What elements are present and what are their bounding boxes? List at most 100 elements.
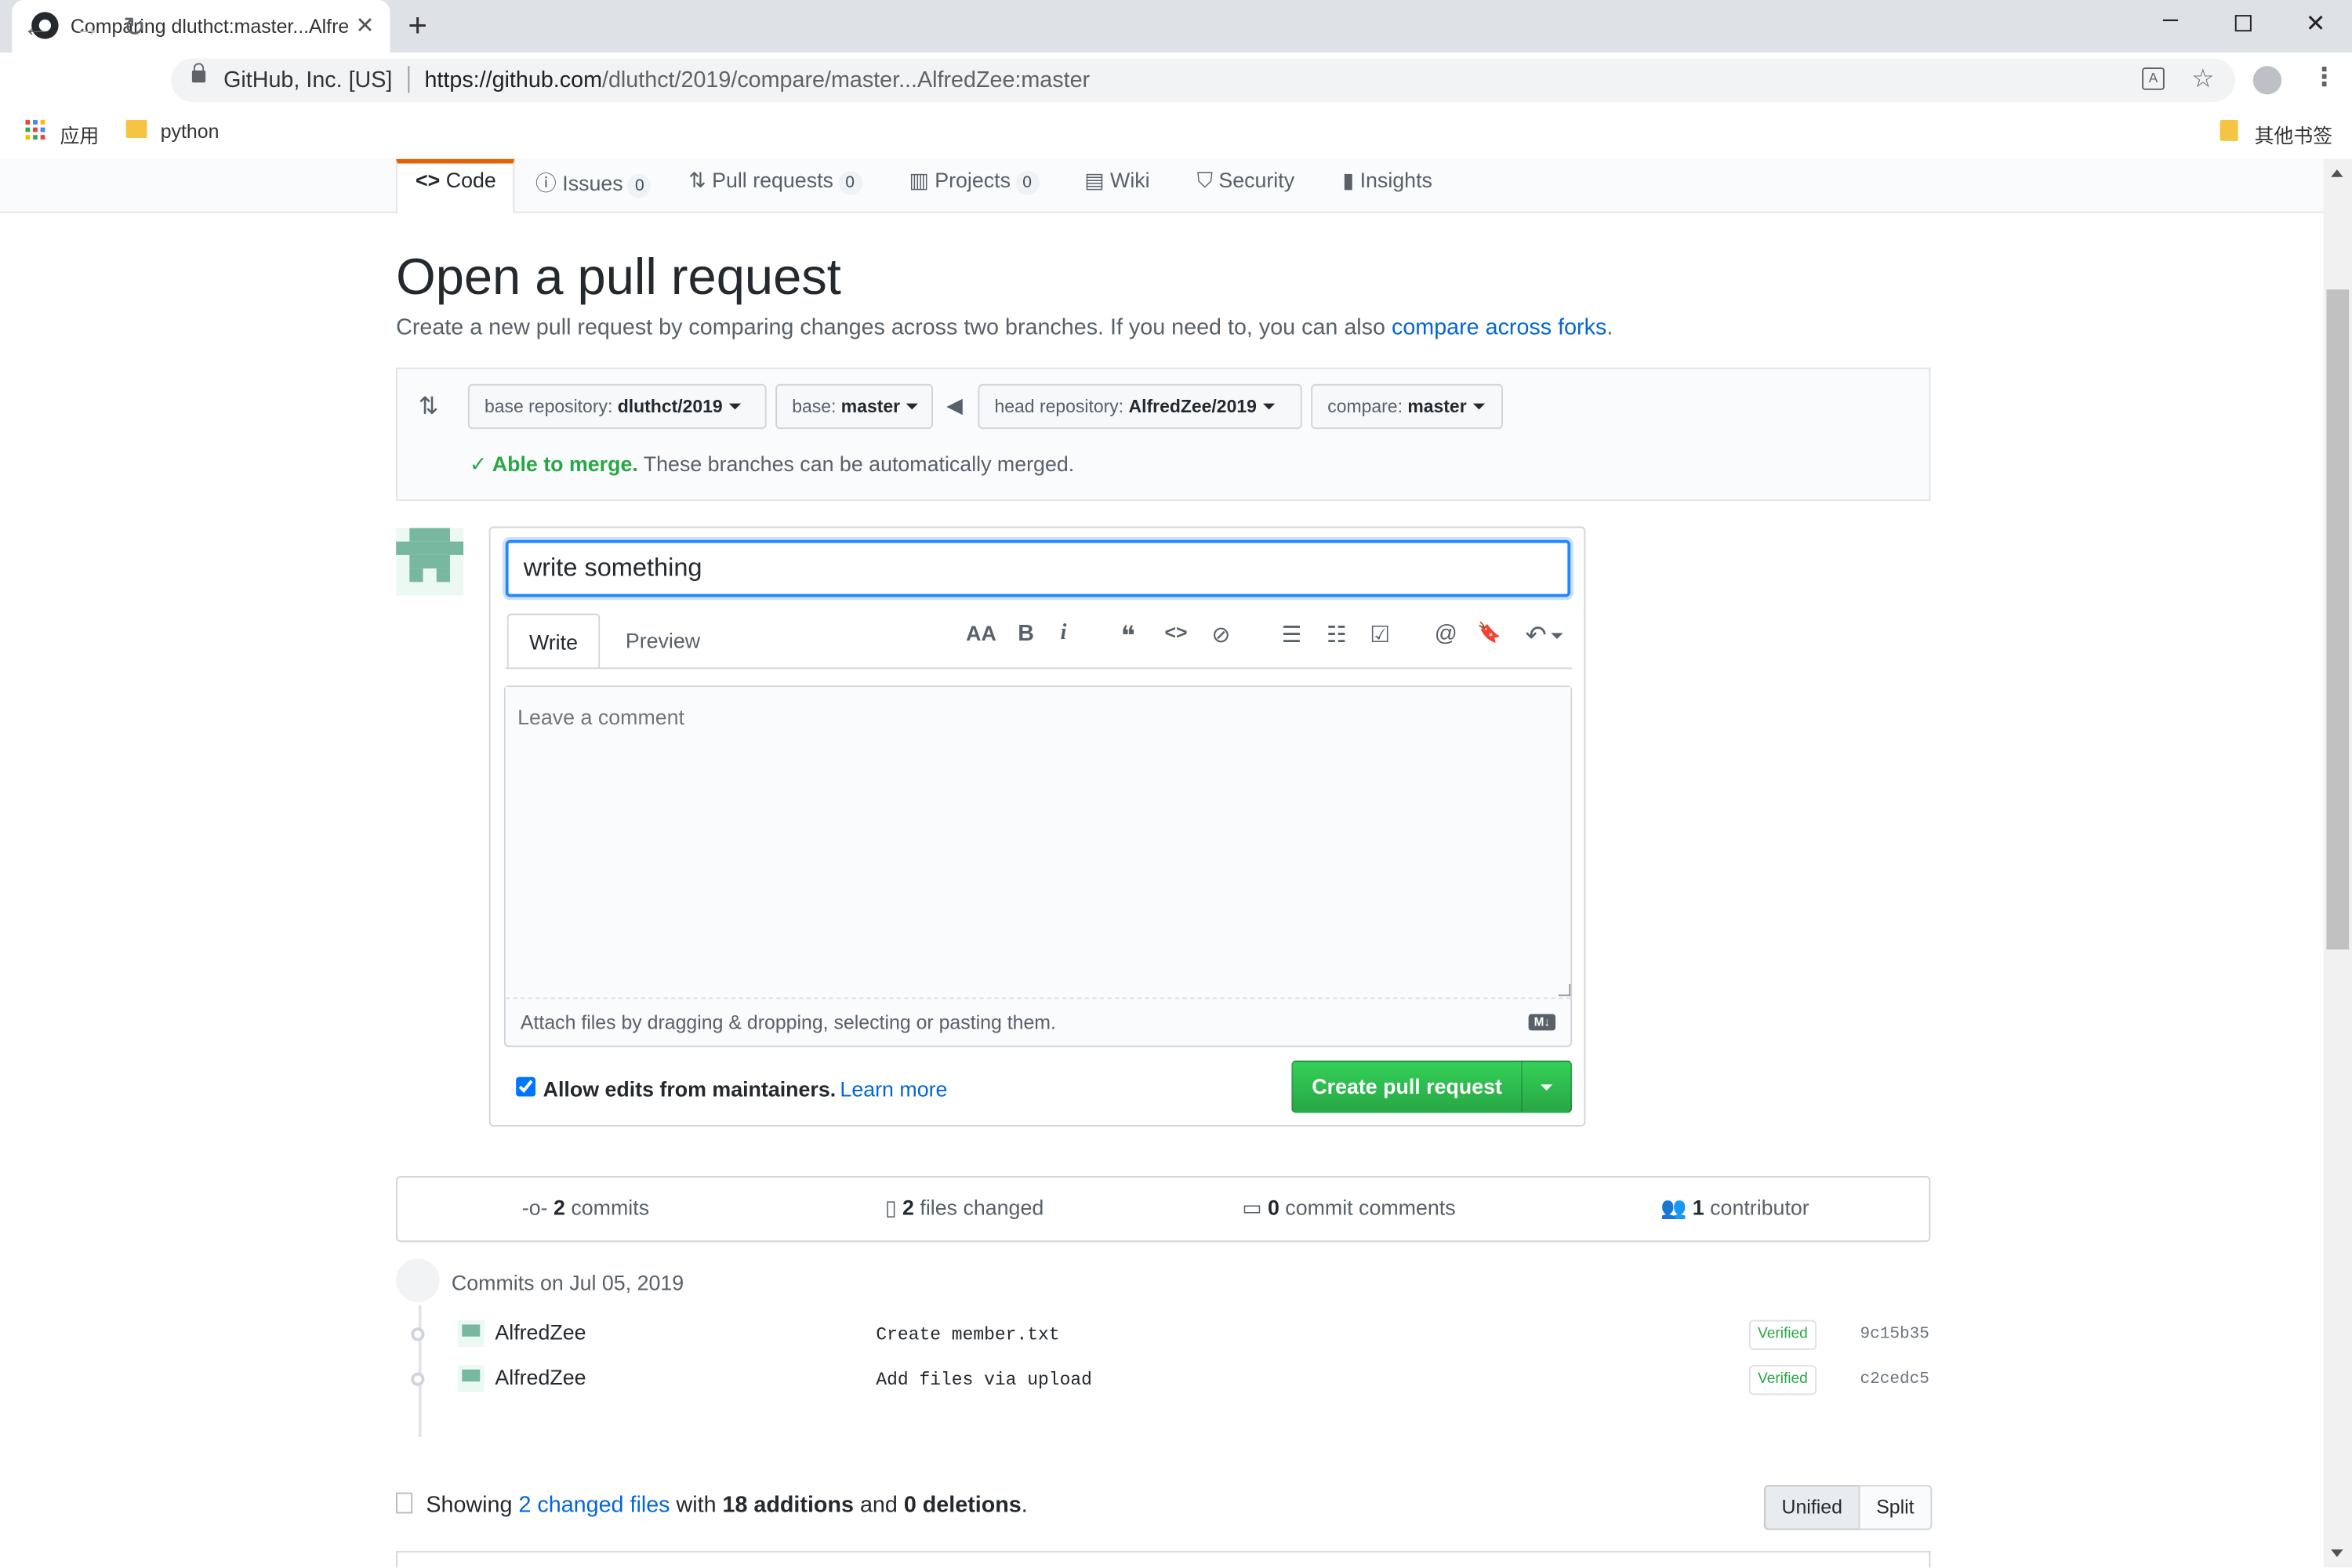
compare-arrows-icon[interactable]: ⇅ [419, 391, 439, 421]
avatar[interactable] [457, 1365, 485, 1392]
tab-insights[interactable]: ▮ Insights [1342, 168, 1432, 194]
scrollbar-thumb[interactable] [2326, 289, 2350, 950]
bookmark-other[interactable]: 其他书签 [2255, 120, 2333, 148]
restore-icon[interactable] [2234, 15, 2252, 32]
commit-message[interactable]: Create member.txt [876, 1324, 1059, 1345]
split-view-button[interactable]: Split [1858, 1485, 1933, 1530]
verified-badge[interactable]: Verified [1748, 1319, 1817, 1350]
tab-wiki[interactable]: ▤ Wiki [1084, 168, 1149, 194]
lock-icon[interactable] [191, 63, 206, 83]
italic-icon[interactable]: i [1048, 621, 1078, 647]
browser-menu-icon[interactable]: ⋮ [2311, 63, 2337, 93]
commits-tab[interactable]: -o- 2 commits [522, 1196, 649, 1220]
verified-badge[interactable]: Verified [1748, 1365, 1817, 1396]
head-repo-label: head repository: [994, 396, 1129, 417]
issues-counter: 0 [627, 173, 652, 198]
create-pull-request-button[interactable]: Create pull request [1291, 1060, 1523, 1113]
base-branch-select[interactable]: base: master [775, 383, 934, 430]
markdown-icon[interactable]: M↓ [1528, 1014, 1556, 1031]
learn-more-link[interactable]: Learn more [840, 1077, 947, 1102]
bookmark-star-icon[interactable]: ☆ [2191, 64, 2214, 94]
commit-author[interactable]: AlfredZee [495, 1320, 586, 1345]
caret-down-icon[interactable] [1551, 633, 1563, 640]
caret-down-icon [1262, 403, 1275, 410]
tab-code[interactable]: <> Code [416, 168, 496, 192]
site-identity[interactable]: GitHub, Inc. [US] [223, 67, 392, 93]
bold-icon[interactable]: B [1011, 621, 1041, 647]
commit-sha[interactable]: 9c15b35 [1860, 1326, 1929, 1344]
browser-tab[interactable]: Comparing dluthct:master...AlfredZee:mas… [12, 0, 390, 53]
allow-edits-checkbox[interactable] [516, 1076, 536, 1097]
profile-avatar-icon[interactable] [2252, 66, 2282, 95]
commit-dot-icon [411, 1372, 425, 1386]
merge-ok-text: Able to merge. [492, 451, 638, 476]
comment-textarea[interactable] [505, 687, 1571, 998]
minimize-icon[interactable]: – [2163, 3, 2178, 34]
commit-comments-tab[interactable]: ▭ 0 commit comments [1242, 1196, 1455, 1221]
allow-edits-label[interactable]: Allow edits from maintainers. [543, 1077, 837, 1102]
close-tab-icon[interactable]: ✕ [355, 12, 374, 39]
avatar[interactable] [396, 528, 464, 596]
tab-projects[interactable]: ▥ Projects 0 [909, 168, 1040, 195]
bookmark-python[interactable]: python [161, 120, 220, 143]
people-icon: 👥 [1660, 1195, 1687, 1220]
head-repo-value: AlfredZee/2019 [1128, 396, 1257, 417]
files-changed-tab[interactable]: ▯ 2 files changed [885, 1196, 1044, 1221]
quote-icon[interactable]: ❝ [1113, 621, 1143, 652]
base-repo-select[interactable]: base repository: dluthct/2019 [467, 383, 767, 430]
scroll-up-icon[interactable] [2331, 169, 2343, 177]
attach-files-text[interactable]: Attach files by dragging & dropping, sel… [521, 1011, 1056, 1034]
close-window-icon[interactable]: ✕ [2306, 9, 2326, 38]
back-icon[interactable]: ← [23, 12, 49, 43]
bookmark-apps[interactable]: 应用 [60, 120, 100, 148]
tab-write[interactable]: Write [506, 613, 601, 670]
numbered-list-icon[interactable]: ☷ [1322, 621, 1352, 648]
deletions-count: 0 deletions [903, 1492, 1022, 1519]
comment-icon: ▭ [1242, 1195, 1262, 1220]
page-title: Open a pull request [396, 249, 841, 307]
changed-files-link[interactable]: 2 changed files [518, 1493, 670, 1519]
tab-divider [505, 667, 1573, 670]
compare-forks-link[interactable]: compare across forks [1392, 315, 1606, 341]
reload-icon[interactable]: ↻ [123, 12, 146, 43]
merge-detail-text: These branches can be automatically merg… [637, 451, 1075, 476]
diff-file-header [396, 1551, 1931, 1568]
tab-security-label: Security [1218, 168, 1295, 192]
commits-count: 2 [554, 1195, 565, 1220]
diffstat-summary: Showing 2 changed files with 18 addition… [426, 1493, 1027, 1519]
apps-grid-icon[interactable] [25, 120, 47, 141]
bulleted-list-icon[interactable]: ☰ [1276, 621, 1306, 648]
caret-down-icon [1472, 403, 1485, 410]
forward-icon[interactable]: → [74, 12, 100, 43]
commit-sha[interactable]: c2cedc5 [1860, 1371, 1929, 1389]
commit-message[interactable]: Add files via upload [876, 1370, 1092, 1391]
tab-security[interactable]: ⛉ Security [1197, 168, 1294, 194]
pr-title-input[interactable] [505, 539, 1571, 597]
tab-pull-requests[interactable]: ⇅ Pull requests 0 [688, 168, 862, 195]
text-size-icon[interactable]: AA [966, 621, 996, 645]
commit-author[interactable]: AlfredZee [495, 1365, 586, 1389]
commits-label: commits [564, 1195, 650, 1220]
base-branch-value: master [840, 396, 901, 417]
mention-icon[interactable]: @ [1431, 621, 1461, 647]
avatar[interactable] [457, 1319, 485, 1348]
translate-icon[interactable]: A [2142, 67, 2165, 90]
code-icon[interactable]: <> [1161, 621, 1191, 644]
tab-issues[interactable]: ⓘ Issues 0 [535, 168, 652, 198]
task-list-icon[interactable]: ☑ [1365, 621, 1395, 648]
tab-preview[interactable]: Preview [626, 629, 700, 653]
link-icon[interactable]: ⊘ [1206, 621, 1236, 648]
create-options-dropdown[interactable] [1521, 1060, 1573, 1113]
compare-branch-value: master [1407, 396, 1467, 417]
resize-handle-icon[interactable] [1558, 984, 1571, 996]
unified-view-button[interactable]: Unified [1764, 1485, 1860, 1530]
comments-label: commit comments [1279, 1195, 1456, 1220]
contributors-tab[interactable]: 👥 1 contributor [1661, 1196, 1809, 1221]
saved-reply-icon[interactable]: 🔖 [1475, 621, 1504, 645]
reply-icon[interactable]: ↶ [1521, 621, 1551, 651]
head-repo-select[interactable]: head repository: AlfredZee/2019 [978, 383, 1302, 430]
compare-branch-select[interactable]: compare: master [1311, 383, 1504, 430]
new-tab-button[interactable]: + [408, 6, 427, 45]
url-text[interactable]: https://github.com/dluthct/2019/compare/… [424, 67, 1090, 93]
scroll-down-icon[interactable] [2331, 1549, 2343, 1557]
